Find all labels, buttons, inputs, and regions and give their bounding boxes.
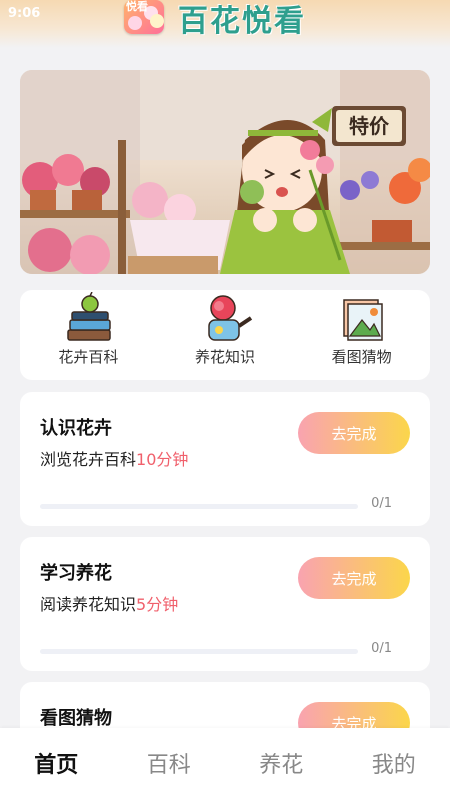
book-apple-icon bbox=[67, 292, 112, 341]
tab-home[interactable]: 首页 bbox=[0, 728, 113, 800]
task-card: 学习养花 阅读养花知识5分钟 去完成 0/1 bbox=[20, 537, 430, 671]
task-progress-bar bbox=[40, 649, 358, 654]
go-complete-button[interactable]: 去完成 bbox=[298, 412, 410, 454]
task-card: 认识花卉 浏览花卉百科10分钟 去完成 0/1 bbox=[20, 392, 430, 526]
category-picture-guess[interactable]: 看图猜物 bbox=[293, 290, 430, 380]
task-desc-prefix: 阅读养花知识 bbox=[40, 595, 137, 614]
task-progress-text: 0/1 bbox=[371, 641, 392, 656]
task-description: 浏览花卉百科10分钟 bbox=[40, 446, 188, 470]
category-label: 看图猜物 bbox=[331, 348, 392, 366]
app-title: 百花悦看 bbox=[178, 4, 306, 39]
task-title: 学习养花 bbox=[40, 563, 112, 584]
go-complete-button[interactable]: 去完成 bbox=[298, 557, 410, 599]
tab-mine[interactable]: 我的 bbox=[338, 728, 450, 800]
logo-text: 悦看 bbox=[126, 0, 148, 13]
category-label: 养花知识 bbox=[195, 348, 256, 366]
task-progress-bar bbox=[40, 504, 358, 509]
task-desc-highlight: 10分钟 bbox=[136, 450, 189, 469]
category-flower-encyclopedia[interactable]: 花卉百科 bbox=[20, 290, 157, 380]
picture-frame-icon bbox=[342, 299, 383, 341]
task-title: 看图猜物 bbox=[40, 708, 112, 729]
banner-illustration: 特价 bbox=[20, 70, 430, 274]
bottom-tab-bar: 首页 百科 养花 我的 bbox=[0, 728, 450, 800]
category-flower-care[interactable]: 养花知识 bbox=[157, 290, 294, 380]
task-desc-prefix: 浏览花卉百科 bbox=[40, 450, 137, 469]
category-label: 花卉百科 bbox=[58, 348, 119, 366]
status-time: 9:06 bbox=[8, 6, 41, 21]
task-title: 认识花卉 bbox=[40, 418, 112, 439]
header: 9:06 悦看 百花悦看 bbox=[0, 0, 450, 48]
task-desc-highlight: 5分钟 bbox=[136, 595, 179, 614]
tab-encyclopedia[interactable]: 百科 bbox=[113, 728, 226, 800]
sale-sign-text: 特价 bbox=[349, 114, 390, 138]
task-progress-text: 0/1 bbox=[371, 496, 392, 511]
task-description: 阅读养花知识5分钟 bbox=[40, 591, 178, 615]
tab-flower-care[interactable]: 养花 bbox=[225, 728, 338, 800]
app-logo-icon: 悦看 bbox=[124, 0, 164, 34]
banner-carousel[interactable]: 特价 bbox=[20, 70, 430, 274]
category-row: 花卉百科 养花知识 看图猜物 bbox=[20, 290, 430, 380]
watering-can-icon bbox=[208, 295, 253, 341]
